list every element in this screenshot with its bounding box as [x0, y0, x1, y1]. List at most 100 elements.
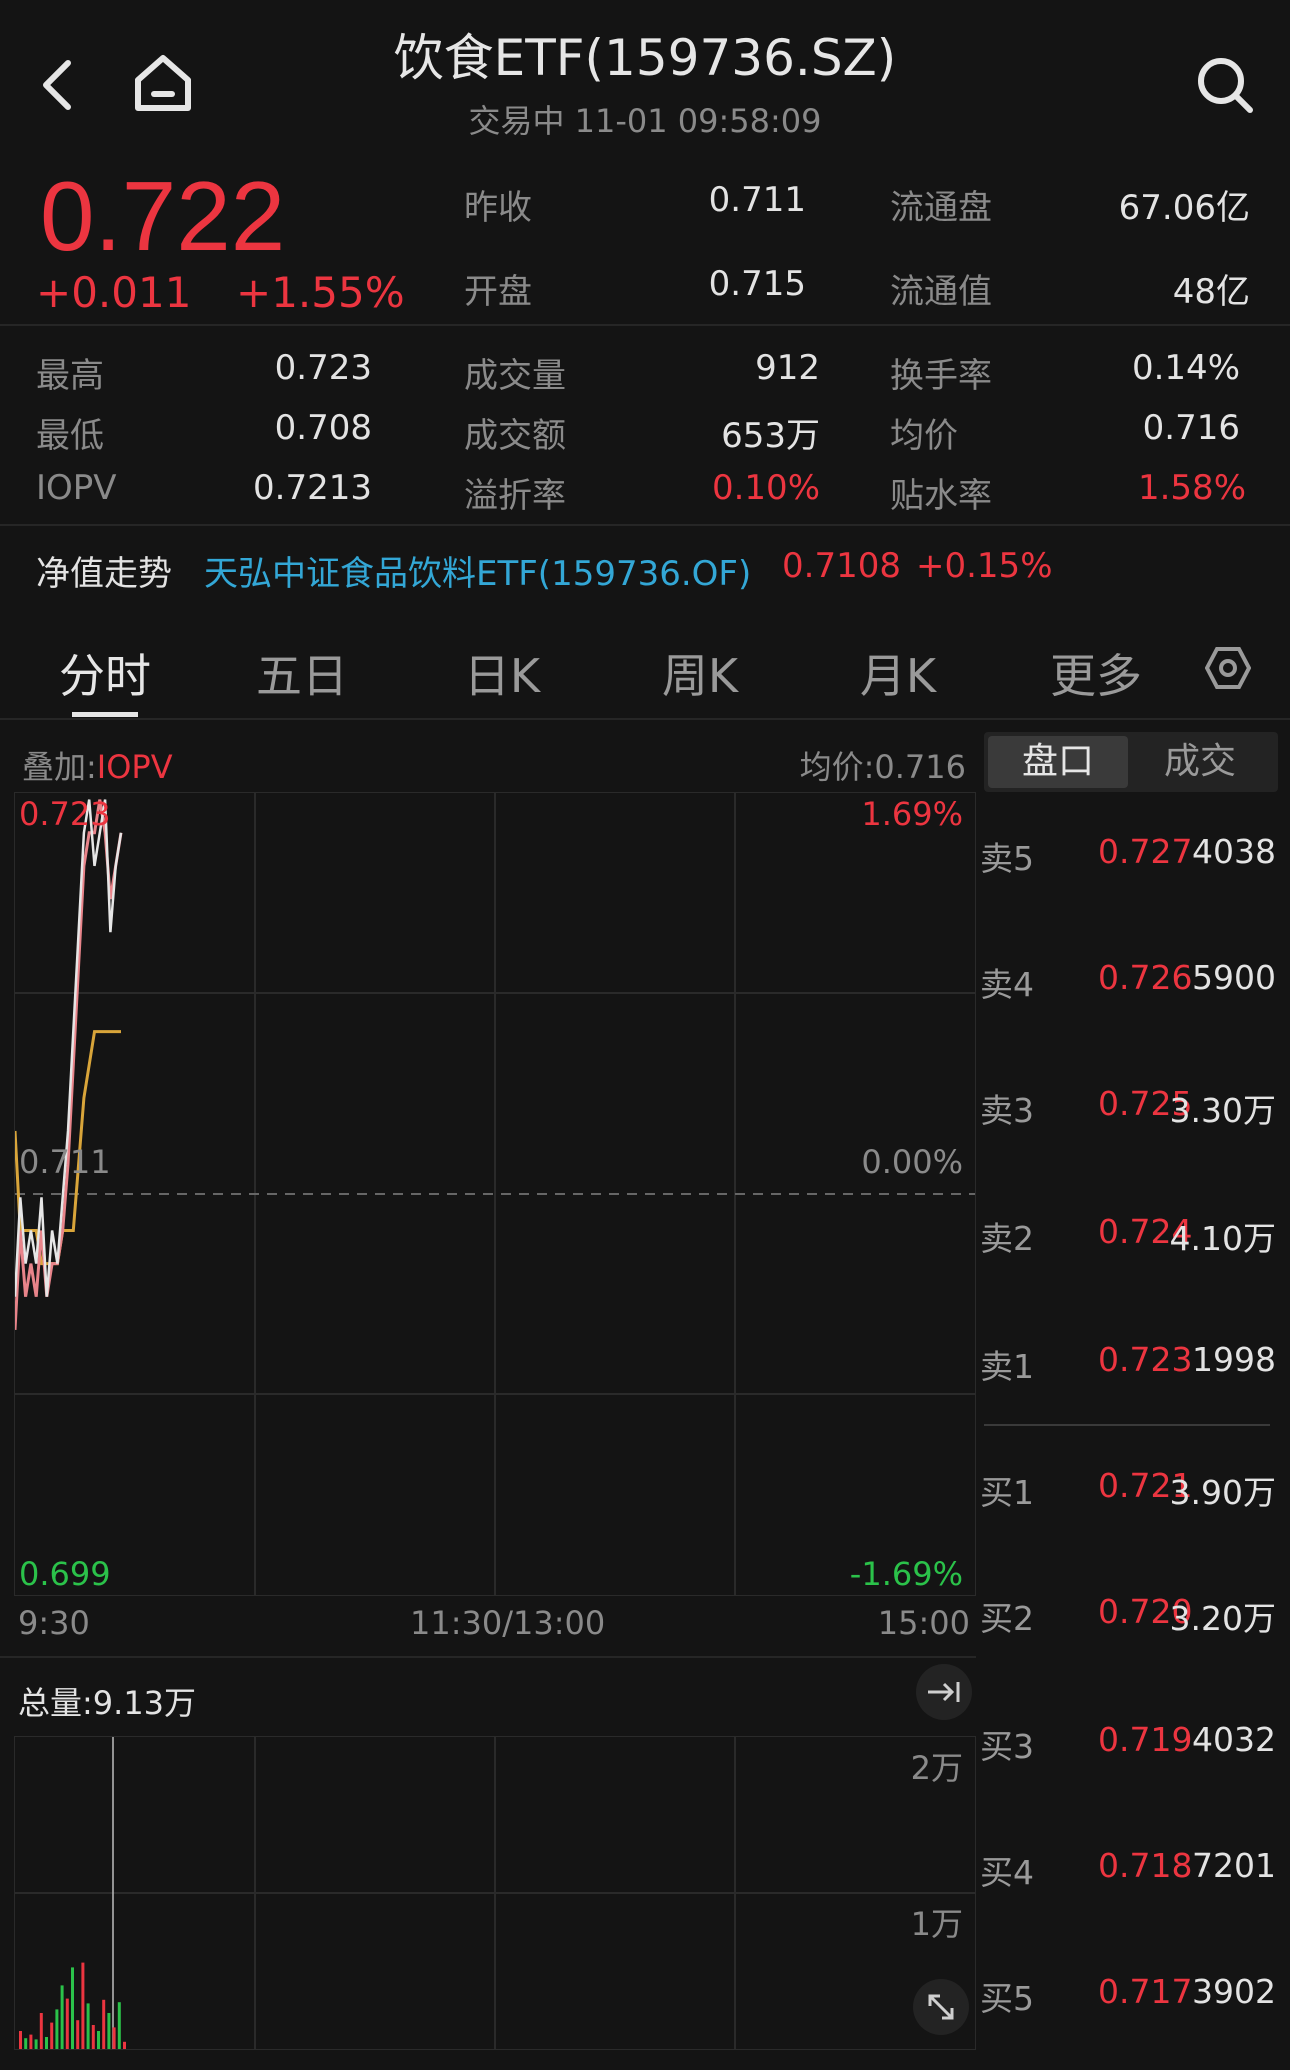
tab-active-indicator: [72, 712, 138, 717]
bid-qty: 3.90万: [1169, 1473, 1276, 1512]
divider: [0, 1656, 976, 1658]
stat-label: 最高: [36, 356, 104, 396]
iopv-line: [15, 799, 123, 1330]
ask-row[interactable]: 卖1 0.723 1998: [980, 1340, 1280, 1390]
tab-weekly-k[interactable]: 周K: [620, 640, 780, 706]
bid-side: 买1: [980, 1473, 1034, 1512]
ask-qty: 3.30万: [1169, 1091, 1276, 1130]
tab-more[interactable]: 更多: [1016, 640, 1176, 706]
nav-label: 净值走势: [36, 554, 172, 594]
bid-price: 0.717: [1098, 1972, 1193, 2011]
ask-row[interactable]: 卖3 0.725 3.30万: [980, 1084, 1280, 1134]
stat-label: 成交额: [464, 416, 566, 456]
volume-bar: [102, 1999, 106, 2049]
ask-row[interactable]: 卖2 0.724 4.10万: [980, 1212, 1280, 1262]
ask-qty: 4038: [1192, 832, 1276, 871]
tab-intraday[interactable]: 分时: [25, 640, 185, 706]
ask-qty: 1998: [1192, 1340, 1276, 1379]
ask-price: 0.723: [1098, 1340, 1193, 1379]
bid-row[interactable]: 买1 0.721 3.90万: [980, 1466, 1280, 1516]
stat-value: 912: [755, 348, 820, 388]
last-price: 0.722: [40, 161, 286, 271]
stat-label: 成交量: [464, 356, 566, 396]
volume-bar: [112, 2027, 116, 2049]
price-line: [15, 799, 123, 1297]
y-axis-bottom: 0.699: [19, 1555, 111, 1593]
tab-daily-k[interactable]: 日K: [422, 640, 582, 706]
ask-row[interactable]: 卖5 0.727 4038: [980, 832, 1280, 882]
nav-value: 0.7108: [782, 546, 901, 586]
collapse-icon[interactable]: [916, 1664, 972, 1720]
stat-label: 均价: [890, 416, 958, 456]
pct-axis-mid: 0.00%: [861, 1143, 963, 1181]
bid-row[interactable]: 买2 0.720 3.20万: [980, 1592, 1280, 1642]
ask-side: 卖2: [980, 1219, 1034, 1258]
bid-side: 买4: [980, 1853, 1034, 1892]
volume-bar: [86, 2003, 90, 2049]
stat-label: 溢折率: [464, 476, 566, 516]
x-axis-mid: 11:30/13:00: [410, 1604, 606, 1642]
nav-fund-link[interactable]: 天弘中证食品饮料ETF(159736.OF): [204, 546, 751, 595]
volume-bar: [45, 2037, 48, 2049]
tab-trades[interactable]: 成交: [1130, 736, 1270, 788]
orderbook-divider: [984, 1424, 1270, 1426]
stat-value: 0.7213: [253, 468, 372, 508]
stat-label: 昨收: [464, 188, 532, 228]
volume-bar: [107, 2013, 111, 2049]
bid-qty: 3.20万: [1169, 1599, 1276, 1638]
ask-side: 卖5: [980, 839, 1034, 878]
volume-bar: [76, 2020, 80, 2049]
y-axis-mid: 0.711: [19, 1143, 111, 1181]
volume-bar: [50, 2022, 54, 2049]
bid-side: 买2: [980, 1599, 1034, 1638]
y-axis-top: 0.723: [19, 795, 111, 833]
search-icon[interactable]: [1190, 50, 1260, 120]
bid-price: 0.719: [1098, 1720, 1193, 1759]
divider: [0, 324, 1290, 326]
bid-row[interactable]: 买5 0.717 3902: [980, 1972, 1280, 2022]
stat-label: 流通值: [890, 272, 992, 312]
stat-value: 0.723: [274, 348, 372, 388]
ask-side: 卖4: [980, 965, 1034, 1004]
volume-bar: [60, 1985, 64, 2049]
price-change-pct: +1.55%: [236, 268, 405, 317]
nav-change: +0.15%: [916, 546, 1053, 586]
stat-value: 67.06亿: [1118, 188, 1250, 228]
bid-row[interactable]: 买3 0.719 4032: [980, 1720, 1280, 1770]
volume-bar: [97, 2031, 100, 2049]
price-change: +0.011: [36, 268, 192, 317]
price-chart-svg: [15, 793, 975, 1595]
ask-row[interactable]: 卖4 0.726 5900: [980, 958, 1280, 1008]
tab-five-day[interactable]: 五日: [222, 640, 382, 706]
volume-bar: [39, 2013, 43, 2049]
settings-icon[interactable]: [1200, 640, 1256, 696]
x-axis-end: 15:00: [877, 1604, 970, 1642]
overlay-label[interactable]: 叠加:IOPV: [22, 742, 173, 788]
expand-icon[interactable]: [913, 1979, 969, 2035]
stat-label: 最低: [36, 416, 104, 456]
avg-price-label: 均价:0.716: [799, 748, 966, 786]
tab-orderbook[interactable]: 盘口: [988, 736, 1128, 788]
vol-axis-mid: 1万: [910, 1905, 963, 1943]
divider: [0, 524, 1290, 526]
volume-bar: [34, 2039, 38, 2049]
volume-bar: [71, 1967, 74, 2049]
bid-qty: 7201: [1192, 1846, 1276, 1885]
ask-qty: 4.10万: [1169, 1219, 1276, 1258]
stat-value: 0.716: [1142, 408, 1240, 448]
intraday-chart[interactable]: 0.723 0.711 0.699 1.69% 0.00% -1.69%: [14, 792, 976, 1596]
volume-chart[interactable]: 2万 1万: [14, 1736, 976, 2050]
volume-bar: [123, 2041, 126, 2049]
stat-value: 0.14%: [1131, 348, 1240, 388]
overlay-value: IOPV: [96, 748, 173, 786]
divider: [0, 718, 1290, 720]
volume-bar: [55, 2009, 59, 2049]
stat-value: 0.708: [274, 408, 372, 448]
bid-row[interactable]: 买4 0.718 7201: [980, 1846, 1280, 1896]
stat-label: IOPV: [36, 468, 117, 508]
volume-bar: [81, 1962, 85, 2049]
ask-price: 0.727: [1098, 832, 1193, 871]
tab-monthly-k[interactable]: 月K: [818, 640, 978, 706]
volume-bar: [29, 2034, 33, 2049]
ask-side: 卖1: [980, 1347, 1034, 1386]
